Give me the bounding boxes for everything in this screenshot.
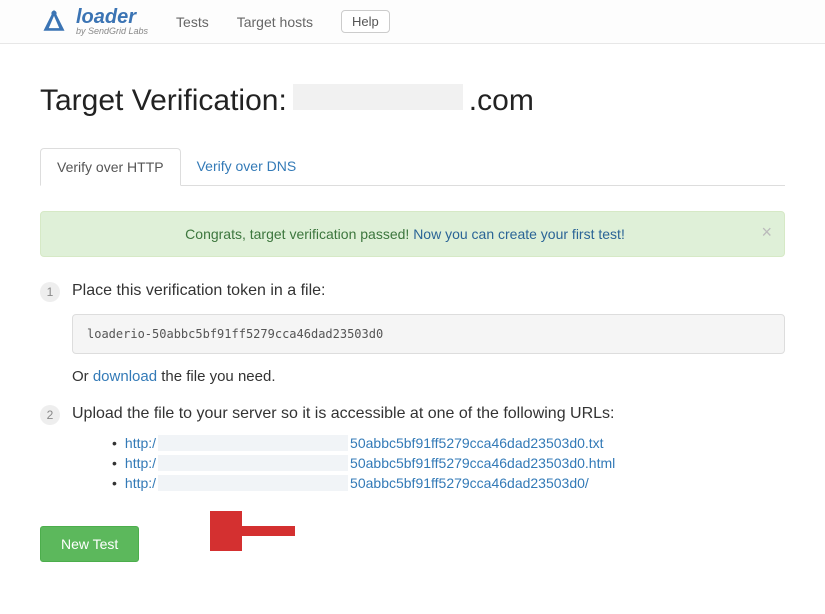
redacted-host: [158, 475, 348, 491]
url-item[interactable]: http:/ 50abbc5bf91ff5279cca46dad23503d0/: [112, 475, 785, 491]
url-list: http:/ 50abbc5bf91ff5279cca46dad23503d0.…: [72, 435, 785, 491]
nav-tests[interactable]: Tests: [176, 14, 209, 30]
step-2: Upload the file to your server so it is …: [40, 405, 785, 491]
loader-icon: [40, 8, 68, 36]
success-alert: Congrats, target verification passed! No…: [40, 211, 785, 257]
top-nav: loader by SendGrid Labs Tests Target hos…: [0, 0, 825, 44]
redacted-host: [158, 435, 348, 451]
title-prefix: Target Verification:: [40, 84, 287, 118]
help-button[interactable]: Help: [341, 10, 390, 33]
alert-link[interactable]: Now you can create your first test!: [413, 226, 625, 242]
steps-list: Place this verification token in a file:…: [40, 282, 785, 491]
page-title: Target Verification: .com: [40, 84, 785, 118]
alert-text: Congrats, target verification passed!: [185, 226, 413, 242]
token-box[interactable]: loaderio-50abbc5bf91ff5279cca46dad23503d…: [72, 314, 785, 354]
annotation-arrow-icon: [210, 511, 300, 551]
close-icon[interactable]: ×: [761, 222, 772, 243]
tab-http[interactable]: Verify over HTTP: [40, 148, 181, 186]
download-link[interactable]: download: [93, 368, 157, 385]
brand-sub: by SendGrid Labs: [76, 27, 148, 36]
tabs: Verify over HTTP Verify over DNS: [40, 148, 785, 186]
step-1-sub: Or download the file you need.: [72, 368, 785, 385]
step-1: Place this verification token in a file:…: [40, 282, 785, 385]
redacted-host: [158, 455, 348, 471]
redacted-domain: [293, 84, 463, 110]
main-content: Target Verification: .com Verify over HT…: [0, 44, 825, 582]
brand-name: loader: [76, 7, 148, 27]
new-test-button[interactable]: New Test: [40, 526, 139, 562]
brand-logo[interactable]: loader by SendGrid Labs: [40, 7, 148, 36]
tab-dns[interactable]: Verify over DNS: [181, 148, 313, 185]
url-item[interactable]: http:/ 50abbc5bf91ff5279cca46dad23503d0.…: [112, 455, 785, 471]
step-2-text: Upload the file to your server so it is …: [72, 405, 615, 422]
title-suffix: .com: [469, 84, 534, 118]
url-item[interactable]: http:/ 50abbc5bf91ff5279cca46dad23503d0.…: [112, 435, 785, 451]
nav-target-hosts[interactable]: Target hosts: [237, 14, 313, 30]
step-1-text: Place this verification token in a file:: [72, 282, 325, 299]
